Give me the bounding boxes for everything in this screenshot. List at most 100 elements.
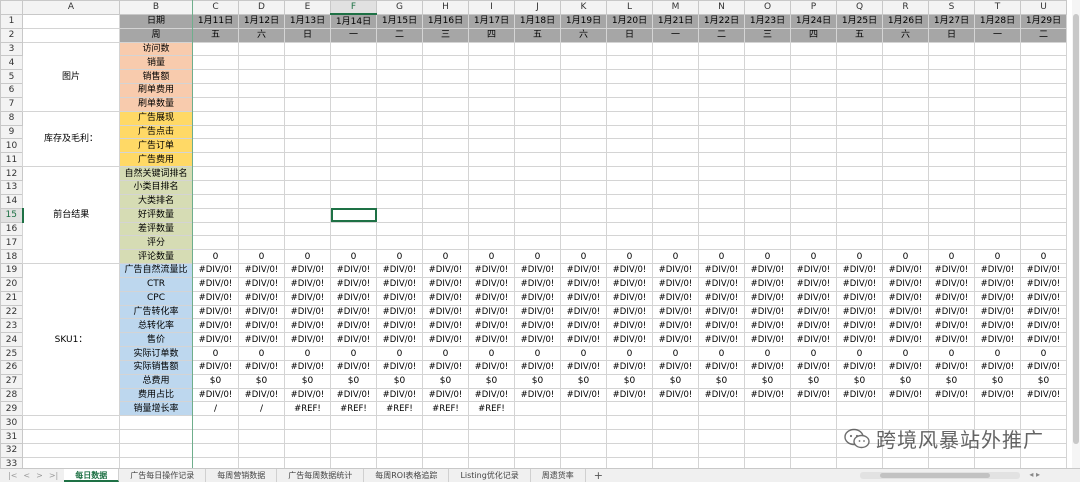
empty-cell[interactable] xyxy=(119,429,193,444)
row-header-5[interactable]: 5 xyxy=(0,69,23,85)
data-cell[interactable]: 0 xyxy=(192,249,239,265)
data-cell[interactable]: #DIV/0! xyxy=(606,276,653,292)
date-cell[interactable]: 1月22日 xyxy=(698,13,745,29)
data-cell[interactable] xyxy=(422,235,469,251)
data-cell[interactable] xyxy=(790,41,837,57)
data-cell[interactable] xyxy=(698,221,745,237)
data-cell[interactable] xyxy=(882,152,929,168)
data-cell[interactable] xyxy=(330,55,377,71)
data-cell[interactable] xyxy=(330,152,377,168)
data-cell[interactable]: #DIV/0! xyxy=(928,304,975,320)
data-cell[interactable] xyxy=(606,221,653,237)
date-cell[interactable]: 1月17日 xyxy=(468,13,515,29)
data-cell[interactable]: $0 xyxy=(468,373,515,389)
row-header-29[interactable]: 29 xyxy=(0,401,23,417)
data-cell[interactable] xyxy=(698,138,745,154)
data-cell[interactable]: / xyxy=(238,401,285,417)
data-cell[interactable]: #DIV/0! xyxy=(836,263,883,278)
data-cell[interactable] xyxy=(468,193,515,209)
weekday-cell[interactable]: 二 xyxy=(376,27,423,43)
data-cell[interactable]: #DIV/0! xyxy=(238,276,285,292)
data-cell[interactable] xyxy=(514,138,561,154)
data-cell[interactable] xyxy=(974,221,1021,237)
data-cell[interactable] xyxy=(698,207,745,223)
data-cell[interactable]: #DIV/0! xyxy=(284,263,331,278)
data-cell[interactable] xyxy=(1020,110,1067,126)
data-cell[interactable] xyxy=(652,152,699,168)
data-cell[interactable] xyxy=(192,235,239,251)
data-cell[interactable]: 0 xyxy=(468,346,515,361)
data-cell[interactable] xyxy=(836,138,883,154)
data-cell[interactable] xyxy=(652,401,699,417)
data-cell[interactable] xyxy=(744,41,791,57)
column-header-b[interactable]: B xyxy=(119,0,193,15)
data-cell[interactable]: #DIV/0! xyxy=(928,290,975,306)
data-cell[interactable] xyxy=(238,166,285,181)
data-cell[interactable] xyxy=(330,41,377,57)
data-cell[interactable] xyxy=(238,83,285,98)
weekday-header-label[interactable]: 周 xyxy=(119,27,193,43)
data-cell[interactable]: #DIV/0! xyxy=(974,387,1021,403)
metric-label[interactable]: 实际订单数 xyxy=(119,346,193,361)
empty-cell[interactable] xyxy=(560,456,607,468)
metric-label[interactable]: 刷单数量 xyxy=(119,96,193,112)
weekday-cell[interactable]: 六 xyxy=(238,27,285,43)
data-cell[interactable] xyxy=(376,138,423,154)
data-cell[interactable]: #DIV/0! xyxy=(330,387,377,403)
data-cell[interactable]: 0 xyxy=(882,346,929,361)
empty-cell[interactable] xyxy=(376,429,423,444)
empty-cell[interactable] xyxy=(468,415,515,431)
row-header-2[interactable]: 2 xyxy=(0,27,23,43)
data-cell[interactable]: $0 xyxy=(790,373,837,389)
data-cell[interactable]: #DIV/0! xyxy=(468,359,515,375)
data-cell[interactable] xyxy=(560,166,607,181)
data-cell[interactable]: 0 xyxy=(284,346,331,361)
metric-label[interactable]: 总费用 xyxy=(119,373,193,389)
metric-label[interactable]: 销量增长率 xyxy=(119,401,193,417)
data-cell[interactable] xyxy=(606,96,653,112)
row-header-24[interactable]: 24 xyxy=(0,332,23,348)
data-cell[interactable]: #DIV/0! xyxy=(514,387,561,403)
empty-cell[interactable] xyxy=(119,443,193,458)
data-cell[interactable] xyxy=(606,401,653,417)
data-cell[interactable] xyxy=(422,110,469,126)
empty-cell[interactable] xyxy=(606,429,653,444)
data-cell[interactable] xyxy=(192,83,239,98)
data-cell[interactable]: #DIV/0! xyxy=(744,359,791,375)
data-cell[interactable] xyxy=(514,221,561,237)
data-cell[interactable]: $0 xyxy=(698,373,745,389)
data-cell[interactable] xyxy=(928,152,975,168)
data-cell[interactable] xyxy=(514,55,561,71)
data-cell[interactable] xyxy=(836,124,883,140)
data-cell[interactable]: #DIV/0! xyxy=(836,318,883,334)
last-sheet-icon[interactable]: >| xyxy=(49,471,58,480)
row-header-6[interactable]: 6 xyxy=(0,83,23,98)
metric-label[interactable]: 销售额 xyxy=(119,69,193,85)
data-cell[interactable] xyxy=(284,55,331,71)
empty-cell[interactable] xyxy=(422,443,469,458)
data-cell[interactable] xyxy=(238,179,285,195)
data-cell[interactable]: #DIV/0! xyxy=(652,304,699,320)
data-cell[interactable] xyxy=(928,124,975,140)
data-cell[interactable]: 0 xyxy=(698,249,745,265)
data-cell[interactable] xyxy=(882,69,929,85)
column-header-f[interactable]: F xyxy=(330,0,377,16)
data-cell[interactable]: #DIV/0! xyxy=(698,318,745,334)
data-cell[interactable] xyxy=(192,41,239,57)
data-cell[interactable]: #DIV/0! xyxy=(790,304,837,320)
data-cell[interactable]: #DIV/0! xyxy=(422,276,469,292)
column-header-g[interactable]: G xyxy=(376,0,423,15)
data-cell[interactable]: $0 xyxy=(238,373,285,389)
data-cell[interactable] xyxy=(468,124,515,140)
data-cell[interactable]: 0 xyxy=(744,346,791,361)
data-cell[interactable] xyxy=(882,221,929,237)
data-cell[interactable] xyxy=(974,124,1021,140)
empty-cell[interactable] xyxy=(698,443,745,458)
data-cell[interactable] xyxy=(238,152,285,168)
data-cell[interactable]: 0 xyxy=(882,249,929,265)
metric-label[interactable]: 售价 xyxy=(119,332,193,348)
data-cell[interactable]: #DIV/0! xyxy=(560,276,607,292)
data-cell[interactable]: #DIV/0! xyxy=(652,318,699,334)
data-cell[interactable]: #DIV/0! xyxy=(698,359,745,375)
data-cell[interactable]: 0 xyxy=(928,346,975,361)
